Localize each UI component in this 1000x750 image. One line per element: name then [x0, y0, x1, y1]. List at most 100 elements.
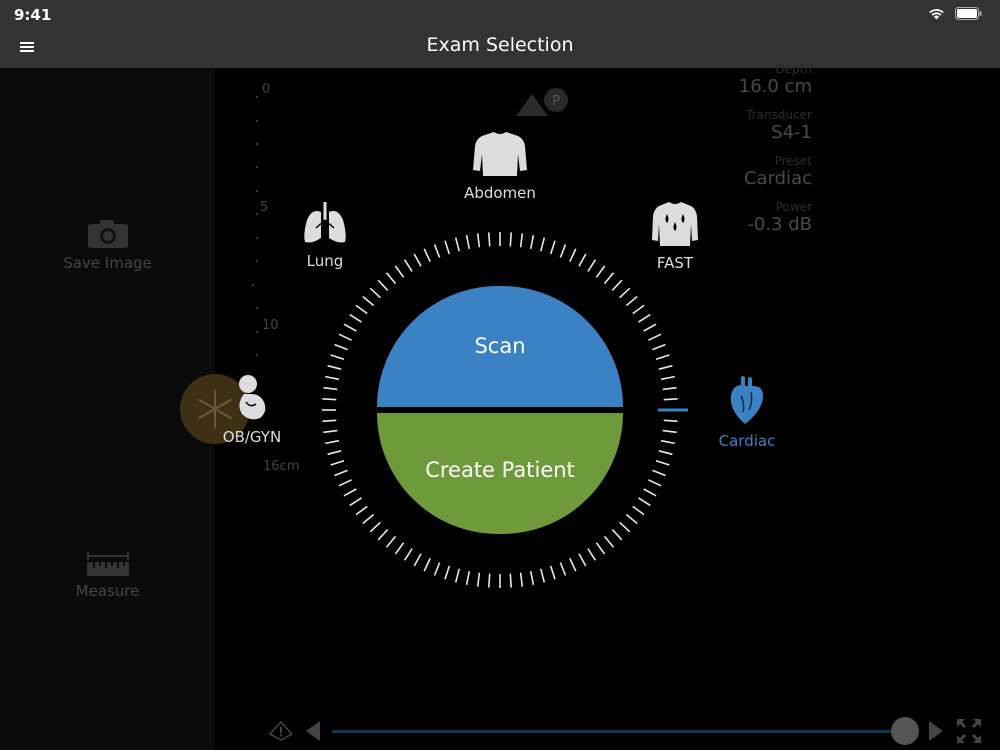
- dial-tick: [625, 513, 638, 525]
- dial-tick: [369, 521, 381, 533]
- dial-tick: [632, 505, 645, 516]
- exam-cardiac-label: Cardiac: [718, 432, 776, 450]
- dial-tick: [559, 562, 567, 576]
- create-patient-label: Create Patient: [425, 458, 575, 482]
- dial-tick: [349, 313, 362, 323]
- dial-tick: [465, 570, 471, 585]
- dial-tick: [334, 343, 348, 351]
- dial-tick: [662, 429, 677, 434]
- torso-icon: [473, 132, 527, 176]
- cine-slider-track[interactable]: [332, 730, 910, 733]
- dial-tick: [488, 573, 491, 588]
- dial-tick: [394, 542, 405, 555]
- dial-tick: [323, 429, 338, 434]
- dial-tick: [611, 279, 623, 291]
- dial-tick: [349, 497, 362, 507]
- dial-tick: [652, 469, 666, 477]
- lungs-icon: [304, 202, 346, 243]
- dial-tick: [549, 565, 556, 580]
- dial-tick: [413, 253, 422, 267]
- dial-tick: [578, 253, 587, 267]
- dial-tick: [362, 513, 375, 525]
- dial-tick: [655, 354, 670, 361]
- exam-lung-label: Lung: [306, 252, 344, 270]
- dial-tick: [322, 398, 337, 401]
- dial-tick: [327, 364, 342, 370]
- dial-tick: [632, 304, 645, 315]
- dial-tick: [476, 233, 481, 248]
- exam-cardiac[interactable]: Cardiac: [712, 374, 782, 450]
- dial-tick: [603, 535, 615, 548]
- dial-tick: [595, 542, 606, 555]
- fullscreen-icon[interactable]: [956, 718, 982, 744]
- exam-fast-label: FAST: [656, 254, 694, 272]
- dial-tick: [377, 279, 389, 291]
- dial-tick: [330, 459, 345, 466]
- dial-tick: [509, 232, 512, 247]
- exam-fast[interactable]: FAST: [640, 200, 710, 272]
- dial-tick: [403, 259, 413, 272]
- dial-tick: [385, 272, 397, 285]
- dial-tick: [658, 450, 673, 456]
- dial-tick: [660, 375, 675, 381]
- dial-tick: [327, 450, 342, 456]
- exam-lung[interactable]: Lung: [290, 200, 360, 270]
- previous-frame-button[interactable]: [304, 720, 322, 742]
- dial-tick: [343, 323, 357, 332]
- dial-tick: [559, 244, 567, 258]
- dial-tick: [454, 568, 460, 583]
- dial-tick: [652, 343, 666, 351]
- dial-tick: [325, 439, 340, 445]
- exam-obgyn[interactable]: OB/GYN: [214, 374, 290, 446]
- dial-tick: [611, 529, 623, 541]
- dial-tick: [569, 558, 577, 572]
- dial-tick: [488, 232, 491, 247]
- dial-tick: [619, 521, 631, 533]
- dial-tick: [529, 235, 535, 250]
- exam-abdomen[interactable]: Abdomen: [458, 130, 542, 202]
- dial-tick: [433, 562, 441, 576]
- dial-tick: [423, 558, 431, 572]
- dial-tick: [648, 479, 662, 487]
- cine-slider-knob[interactable]: [891, 717, 919, 745]
- dial-tick: [338, 479, 352, 487]
- dial-tick: [403, 548, 413, 561]
- dial-tick: [476, 572, 481, 587]
- dial-tick: [343, 488, 357, 497]
- dial-tick: [323, 386, 338, 391]
- dial-tick: [658, 364, 673, 370]
- dial-tick: [322, 419, 337, 422]
- dial-tick: [325, 375, 340, 381]
- next-frame-button[interactable]: [927, 720, 945, 742]
- dial-tick: [663, 398, 678, 401]
- dial-tick: [638, 313, 651, 323]
- dial-tick: [578, 553, 587, 567]
- dial-tick: [362, 295, 375, 307]
- dial-tick: [385, 535, 397, 548]
- dial-tick: [394, 265, 405, 278]
- dial-tick: [444, 240, 451, 255]
- dial-tick: [619, 287, 631, 299]
- dial-tick: [587, 548, 597, 561]
- dial-tick: [330, 354, 345, 361]
- dial-tick: [643, 323, 657, 332]
- dial-tick: [595, 265, 606, 278]
- dial-tick: [355, 505, 368, 516]
- trauma-torso-icon: [652, 202, 698, 246]
- dial-tick: [334, 469, 348, 477]
- dial-tick: [549, 240, 556, 255]
- dial-tick: [540, 237, 546, 252]
- heart-icon: [730, 376, 764, 424]
- exam-abdomen-label: Abdomen: [464, 184, 536, 202]
- dial-tick: [338, 333, 352, 341]
- exam-obgyn-label: OB/GYN: [222, 428, 282, 446]
- dial-tick: [369, 287, 381, 299]
- dial-tick: [540, 568, 546, 583]
- dial-tick: [454, 237, 460, 252]
- dial-tick: [603, 272, 615, 285]
- dial-tick: [587, 259, 597, 272]
- dial-tick: [569, 248, 577, 262]
- dial-tick: [663, 419, 678, 422]
- dial-tick: [509, 573, 512, 588]
- dial-tick: [444, 565, 451, 580]
